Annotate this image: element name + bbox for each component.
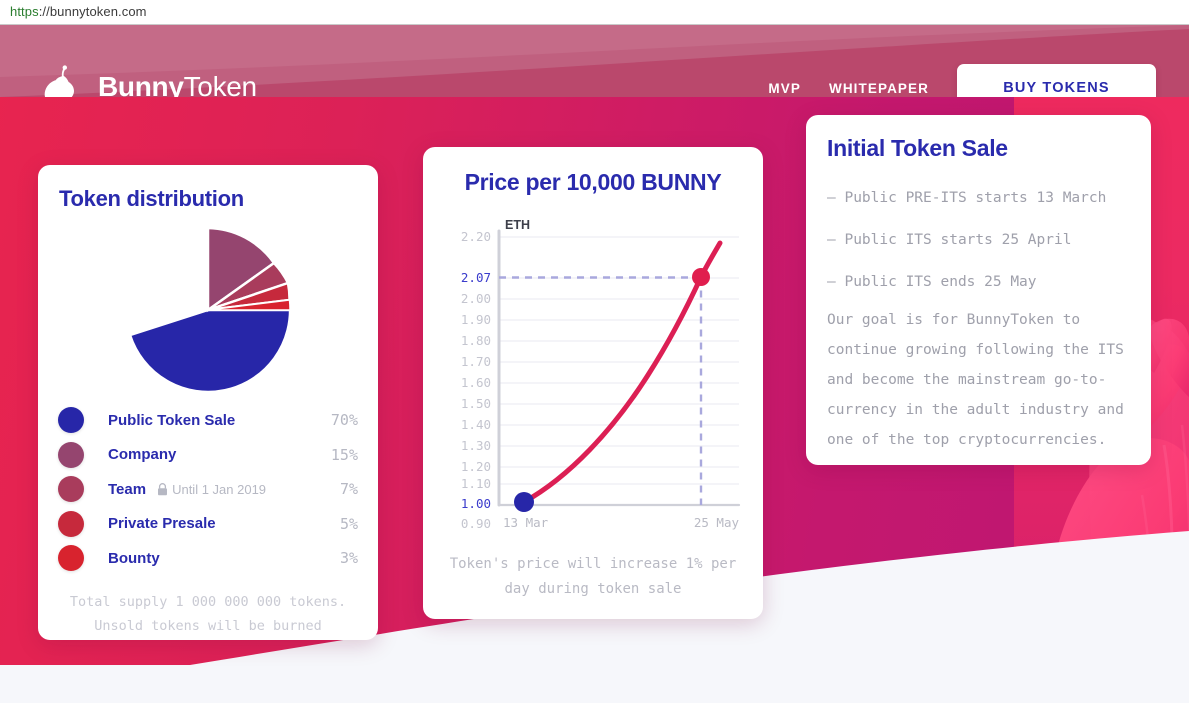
url-text: https://bunnytoken.com [10, 4, 147, 19]
sale-list-item: – Public ITS ends 25 May [827, 274, 1037, 290]
url-scheme: https [10, 4, 39, 19]
price-chart-title: Price per 10,000 BUNNY [464, 169, 722, 195]
svg-text:1.40: 1.40 [461, 417, 491, 432]
svg-text:1.90: 1.90 [461, 312, 491, 327]
svg-text:1.70: 1.70 [461, 354, 491, 369]
token-distribution-pie-chart [128, 228, 292, 393]
svg-text:2.07: 2.07 [461, 270, 491, 285]
legend-color-swatch [58, 545, 84, 571]
legend-item-bounty: Bounty 3% [58, 541, 358, 575]
legend-label: Team [108, 480, 147, 498]
chart-y-axis-unit: ETH [505, 218, 530, 232]
price-chart-footer-line2: day during token sale [504, 581, 682, 597]
price-line-chart: 2.20 2.07 2.00 1.90 1.80 1.70 1.60 1.50 … [461, 218, 741, 531]
legend-item-public-token-sale: Public Token Sale 70% [58, 403, 358, 437]
chart-price-line [521, 240, 723, 505]
legend-item-company: Company 15% [58, 438, 358, 472]
site-header: BunnyToken MVP WHITEPAPER BUY TOKENS [0, 25, 1189, 97]
legend-item-private-presale: Private Presale 5% [58, 507, 358, 541]
svg-text:25 May: 25 May [694, 515, 740, 530]
legend-note: Until 1 Jan 2019 [157, 482, 266, 497]
brand-wordmark: BunnyToken [98, 71, 257, 97]
brand-logo[interactable]: BunnyToken [42, 65, 257, 97]
svg-text:1.00: 1.00 [461, 496, 491, 511]
svg-text:1.30: 1.30 [461, 438, 491, 453]
initial-token-sale-paragraph: Our goal is for BunnyToken to continue g… [827, 312, 1124, 448]
initial-token-sale-card: Initial Token Sale – Public PRE-ITS star… [806, 115, 1151, 465]
legend-percent: 5% [339, 514, 358, 533]
svg-text:1.60: 1.60 [461, 375, 491, 390]
svg-text:1.80: 1.80 [461, 333, 491, 348]
unsold-tokens-line: Unsold tokens will be burned [94, 618, 322, 634]
legend-color-swatch [58, 407, 84, 433]
token-distribution-footer: Total supply 1 000 000 000 tokens. Unsol… [54, 590, 362, 638]
legend-percent: 3% [339, 549, 358, 567]
sale-list-item: – Public ITS starts 25 April [827, 232, 1072, 248]
token-distribution-legend: Public Token Sale 70% Company 15% Team U… [58, 403, 358, 576]
price-chart-card: Price per 10,000 BUNNY 2.20 2.07 2.00 1.… [423, 147, 763, 619]
nav-item-whitepaper[interactable]: WHITEPAPER [829, 81, 929, 96]
legend-color-swatch [58, 510, 84, 537]
brand-light: Token [183, 71, 258, 97]
token-distribution-title: Token distribution [59, 186, 244, 211]
total-supply-line: Total supply 1 000 000 000 tokens. [69, 594, 347, 610]
price-chart-footer: Token's price will increase 1% per day d… [445, 552, 741, 602]
nav-item-mvp[interactable]: MVP [768, 81, 801, 96]
svg-text:2.00: 2.00 [461, 291, 491, 306]
legend-color-swatch [58, 441, 84, 468]
legend-color-swatch [58, 476, 84, 502]
legend-percent: 7% [339, 480, 358, 498]
svg-text:1.50: 1.50 [461, 396, 491, 411]
svg-text:0.90: 0.90 [461, 516, 491, 531]
initial-token-sale-list: – Public PRE-ITS starts 13 March – Publi… [827, 177, 1129, 303]
chart-y-tick-labels: 2.20 2.07 2.00 1.90 1.80 1.70 1.60 1.50 … [461, 229, 491, 531]
chart-x-tick-labels: 13 Mar 25 May [503, 515, 739, 530]
browser-url-bar[interactable]: https://bunnytoken.com [0, 0, 1189, 25]
legend-label: Private Presale [108, 515, 216, 532]
initial-token-sale-title: Initial Token Sale [827, 135, 1008, 161]
legend-note-text: Until 1 Jan 2019 [172, 481, 267, 497]
url-rest: ://bunnytoken.com [38, 4, 147, 19]
legend-item-team: Team Until 1 Jan 2019 7% [58, 472, 358, 506]
chart-marker-end [692, 268, 710, 286]
legend-percent: 70% [330, 411, 358, 429]
main-nav: MVP WHITEPAPER BUY TOKENS [768, 64, 1189, 97]
sale-list-item: – Public PRE-ITS starts 13 March [827, 190, 1107, 206]
legend-label: Bounty [108, 549, 160, 567]
lock-icon [158, 482, 168, 495]
token-distribution-card: Token distribution Public Token Sale 70% [38, 165, 378, 640]
svg-text:1.20: 1.20 [461, 459, 491, 474]
svg-text:13 Mar: 13 Mar [503, 515, 549, 530]
svg-text:2.20: 2.20 [461, 229, 491, 244]
legend-percent: 15% [330, 445, 358, 464]
legend-label: Public Token Sale [108, 411, 236, 429]
bunny-icon [44, 65, 74, 97]
legend-label: Company [108, 446, 177, 463]
price-chart-footer-line1: Token's price will increase 1% per [449, 556, 737, 572]
svg-text:1.10: 1.10 [461, 476, 491, 491]
brand-bold: Bunny [98, 71, 184, 97]
buy-tokens-button[interactable]: BUY TOKENS [957, 64, 1156, 97]
chart-marker-start [514, 492, 534, 512]
page-stage: BunnyToken MVP WHITEPAPER BUY TOKENS Tok… [0, 25, 1189, 703]
